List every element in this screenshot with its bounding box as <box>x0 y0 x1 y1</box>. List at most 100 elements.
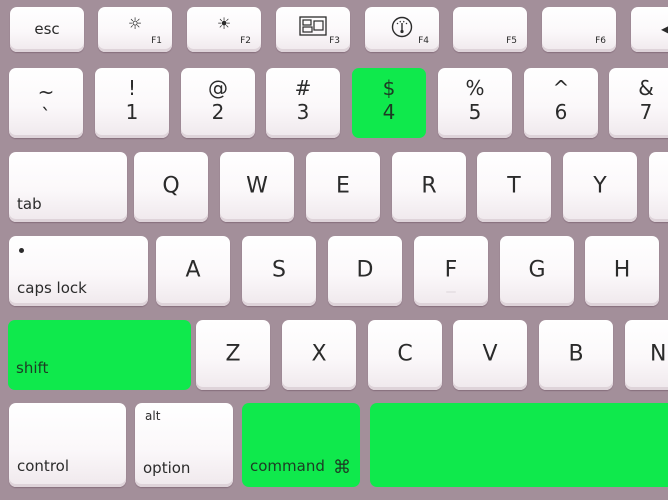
key-base-symbol: 1 <box>125 100 139 124</box>
key-r[interactable]: R <box>392 152 466 222</box>
key-label-stack: ~ ` <box>9 80 83 128</box>
key-5[interactable]: % 5 <box>438 68 512 138</box>
key-v[interactable]: V <box>453 320 527 390</box>
key-s[interactable]: S <box>242 236 316 306</box>
key-c[interactable]: C <box>368 320 442 390</box>
key-f5[interactable]: F5 <box>453 7 527 52</box>
key-f6[interactable]: F6 <box>542 7 616 52</box>
key-f[interactable]: F <box>414 236 488 306</box>
key-esc[interactable]: esc <box>10 7 84 52</box>
key-label: E <box>336 173 350 199</box>
key-shift-symbol: & <box>638 76 654 100</box>
key-x[interactable]: X <box>282 320 356 390</box>
key-space-highlighted[interactable] <box>370 403 668 487</box>
key-label-stack: $ 4 <box>352 76 426 124</box>
key-e[interactable]: E <box>306 152 380 222</box>
rewind-icon: ◀ <box>661 22 668 36</box>
key-shift-highlighted[interactable]: shift <box>8 320 191 390</box>
key-caps-lock[interactable]: caps lock <box>9 236 148 306</box>
key-shift-symbol: $ <box>382 76 396 100</box>
key-u[interactable] <box>649 152 668 222</box>
key-label-stack: & 7 <box>609 76 668 124</box>
brightness-down-icon: ☼ <box>127 14 143 33</box>
key-label: control <box>17 457 69 475</box>
key-label-stack: # 3 <box>266 76 340 124</box>
key-label-stack: ! 1 <box>95 76 169 124</box>
key-label: option <box>143 459 191 477</box>
key-label: F4 <box>418 36 429 46</box>
key-g[interactable]: G <box>500 236 574 306</box>
key-f3[interactable]: F3 <box>276 7 350 52</box>
key-label: Z <box>225 341 241 367</box>
key-f7[interactable]: ◀ <box>631 7 668 52</box>
brightness-up-icon: ☀ <box>216 14 232 33</box>
key-z[interactable]: Z <box>196 320 270 390</box>
key-label: R <box>421 173 437 199</box>
key-4-highlighted[interactable]: $ 4 <box>352 68 426 138</box>
key-base-symbol: 5 <box>468 100 482 124</box>
key-3[interactable]: # 3 <box>266 68 340 138</box>
home-key-bump <box>446 291 456 293</box>
key-label: F2 <box>240 36 251 46</box>
key-shift-symbol: @ <box>208 76 228 100</box>
key-label: W <box>246 173 268 199</box>
key-f2[interactable]: ☀ F2 <box>187 7 261 52</box>
key-label: command <box>250 457 325 475</box>
key-label: G <box>528 257 546 283</box>
key-tab[interactable]: tab <box>9 152 127 222</box>
key-base-symbol: 2 <box>211 100 225 124</box>
key-base-symbol: 7 <box>639 100 653 124</box>
key-label: C <box>397 341 413 367</box>
key-label: caps lock <box>17 279 87 297</box>
key-label: N <box>650 341 667 367</box>
key-6[interactable]: ^ 6 <box>524 68 598 138</box>
dashboard-gauge-icon <box>391 16 413 46</box>
key-f4[interactable]: F4 <box>365 7 439 52</box>
key-1[interactable]: ! 1 <box>95 68 169 138</box>
key-shift-symbol: ~ <box>37 80 55 104</box>
key-label: T <box>507 173 521 199</box>
key-shift-symbol: ^ <box>552 76 570 100</box>
key-label: shift <box>16 359 49 377</box>
key-label: tab <box>17 195 42 213</box>
key-shift-symbol: % <box>465 76 485 100</box>
key-b[interactable]: B <box>539 320 613 390</box>
key-q[interactable]: Q <box>134 152 208 222</box>
key-label: Q <box>162 173 180 199</box>
key-label: Y <box>593 173 607 199</box>
key-label-stack: % 5 <box>438 76 512 124</box>
key-7[interactable]: & 7 <box>609 68 668 138</box>
key-base-symbol: ` <box>41 104 51 128</box>
key-label: D <box>356 257 374 283</box>
key-2[interactable]: @ 2 <box>181 68 255 138</box>
key-label: F1 <box>151 36 162 46</box>
key-base-symbol: 4 <box>382 100 396 124</box>
key-f1[interactable]: ☼ F1 <box>98 7 172 52</box>
key-label: F5 <box>506 36 517 46</box>
key-label: F3 <box>329 36 340 46</box>
key-control[interactable]: control <box>9 403 126 487</box>
key-n[interactable]: N <box>625 320 668 390</box>
key-t[interactable]: T <box>477 152 551 222</box>
key-a[interactable]: A <box>156 236 230 306</box>
key-base-symbol: 6 <box>554 100 568 124</box>
key-h[interactable]: H <box>585 236 659 306</box>
key-label: A <box>185 257 201 283</box>
key-d[interactable]: D <box>328 236 402 306</box>
key-alt-label: alt <box>145 409 161 423</box>
key-y[interactable]: Y <box>563 152 637 222</box>
key-shift-symbol: ! <box>127 76 137 100</box>
key-command-highlighted[interactable]: command ⌘ <box>242 403 360 487</box>
key-label-stack: ^ 6 <box>524 76 598 124</box>
key-w[interactable]: W <box>220 152 294 222</box>
key-base-symbol: 3 <box>296 100 310 124</box>
key-shift-symbol: # <box>294 76 312 100</box>
key-label-stack: @ 2 <box>181 76 255 124</box>
command-icon: ⌘ <box>333 457 351 478</box>
key-label: H <box>613 257 631 283</box>
key-label: B <box>568 341 584 367</box>
key-label: F <box>444 257 458 283</box>
key-option[interactable]: alt option <box>135 403 233 487</box>
key-label: V <box>482 341 498 367</box>
key-backtick[interactable]: ~ ` <box>9 68 83 138</box>
